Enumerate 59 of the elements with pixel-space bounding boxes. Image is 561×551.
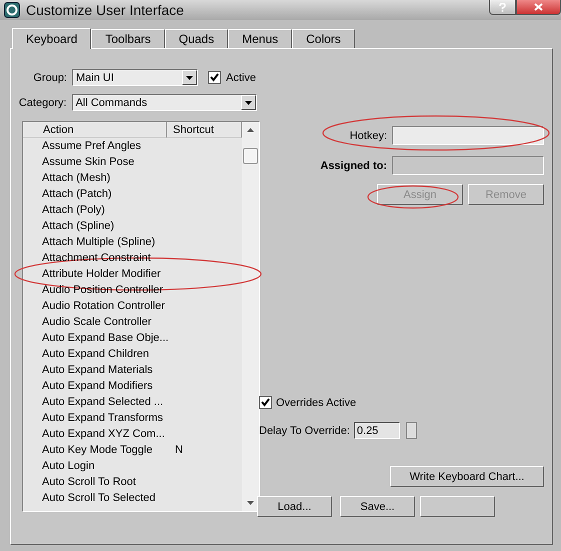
close-button[interactable] <box>516 0 561 15</box>
action-item[interactable]: Audio Rotation Controller <box>23 299 167 313</box>
group-dropdown[interactable]: Main UI <box>72 69 198 86</box>
scroll-up-icon <box>247 128 254 132</box>
action-item[interactable]: Auto Login <box>23 459 167 473</box>
action-item[interactable]: Auto Scroll To Root <box>23 475 167 489</box>
save-button[interactable]: Save... <box>340 496 415 517</box>
action-item[interactable]: Attach Multiple (Spline) <box>23 235 167 249</box>
scrollbar[interactable] <box>242 122 259 511</box>
action-item[interactable]: Auto Key Mode Toggle <box>23 443 167 457</box>
action-item[interactable]: Attach (Patch) <box>23 187 167 201</box>
overrides-active-label: Overrides Active <box>276 396 356 408</box>
active-label: Active <box>226 72 256 84</box>
action-item[interactable]: Auto Expand Selected ... <box>23 395 167 409</box>
action-item[interactable]: Attach (Spline) <box>23 219 167 233</box>
caret-icon <box>245 100 252 104</box>
question-mark-icon <box>499 2 506 12</box>
action-item[interactable]: Auto Expand Transforms <box>23 411 167 425</box>
scroll-thumb[interactable] <box>243 148 258 164</box>
write-keyboard-chart-button[interactable]: Write Keyboard Chart... <box>390 466 544 487</box>
action-item[interactable]: Auto Expand Modifiers <box>23 379 167 393</box>
category-dropdown[interactable]: All Commands <box>72 94 257 111</box>
close-icon <box>534 3 543 11</box>
delay-field[interactable]: 0.25 <box>354 422 400 439</box>
action-item[interactable]: Auto Expand Materials <box>23 363 167 377</box>
action-item[interactable]: Auto Expand XYZ Com... <box>23 427 167 441</box>
action-item[interactable]: Attach (Poly) <box>23 203 167 217</box>
assigned-to-label: Assigned to: <box>319 160 387 172</box>
app-logo-icon <box>4 2 20 18</box>
column-header[interactable]: Action <box>23 122 167 138</box>
caret-icon <box>186 76 193 80</box>
tab[interactable]: Keyboard <box>12 28 92 49</box>
action-item[interactable]: Auto Scroll To Selected <box>23 491 167 505</box>
action-item[interactable]: Auto Expand Base Obje... <box>23 331 169 345</box>
group-label: Group: <box>32 72 67 84</box>
delay-label: Delay To Override: <box>259 424 350 436</box>
action-item[interactable]: Assume Pref Angles <box>23 139 167 153</box>
action-item[interactable]: Attach (Mesh) <box>23 171 167 185</box>
scroll-down-icon <box>247 501 254 505</box>
hotkey-label: Hotkey: <box>348 130 387 142</box>
shortcut-cell-text: N <box>174 443 184 457</box>
tab[interactable]: Colors <box>292 29 355 48</box>
category-label: Category: <box>18 96 67 108</box>
tab[interactable]: Menus <box>228 29 292 48</box>
help-button[interactable] <box>489 0 516 15</box>
active-checkbox[interactable] <box>208 71 221 84</box>
load-button[interactable]: Load... <box>257 496 332 517</box>
tab[interactable]: Quads <box>164 29 228 48</box>
action-item[interactable]: Audio Scale Controller <box>23 315 167 329</box>
column-header[interactable]: Shortcut <box>167 122 242 138</box>
action-item[interactable]: Assume Skin Pose <box>23 155 167 169</box>
button[interactable] <box>420 496 495 517</box>
window-title: Customize User Interface <box>26 2 184 18</box>
spinner[interactable] <box>406 422 417 439</box>
tab[interactable]: Toolbars <box>91 29 165 48</box>
assigned-to-field[interactable] <box>392 156 544 175</box>
action-item[interactable]: Auto Expand Children <box>23 347 167 361</box>
hotkey-field[interactable] <box>392 126 544 145</box>
overrides-checkbox[interactable] <box>259 396 272 409</box>
